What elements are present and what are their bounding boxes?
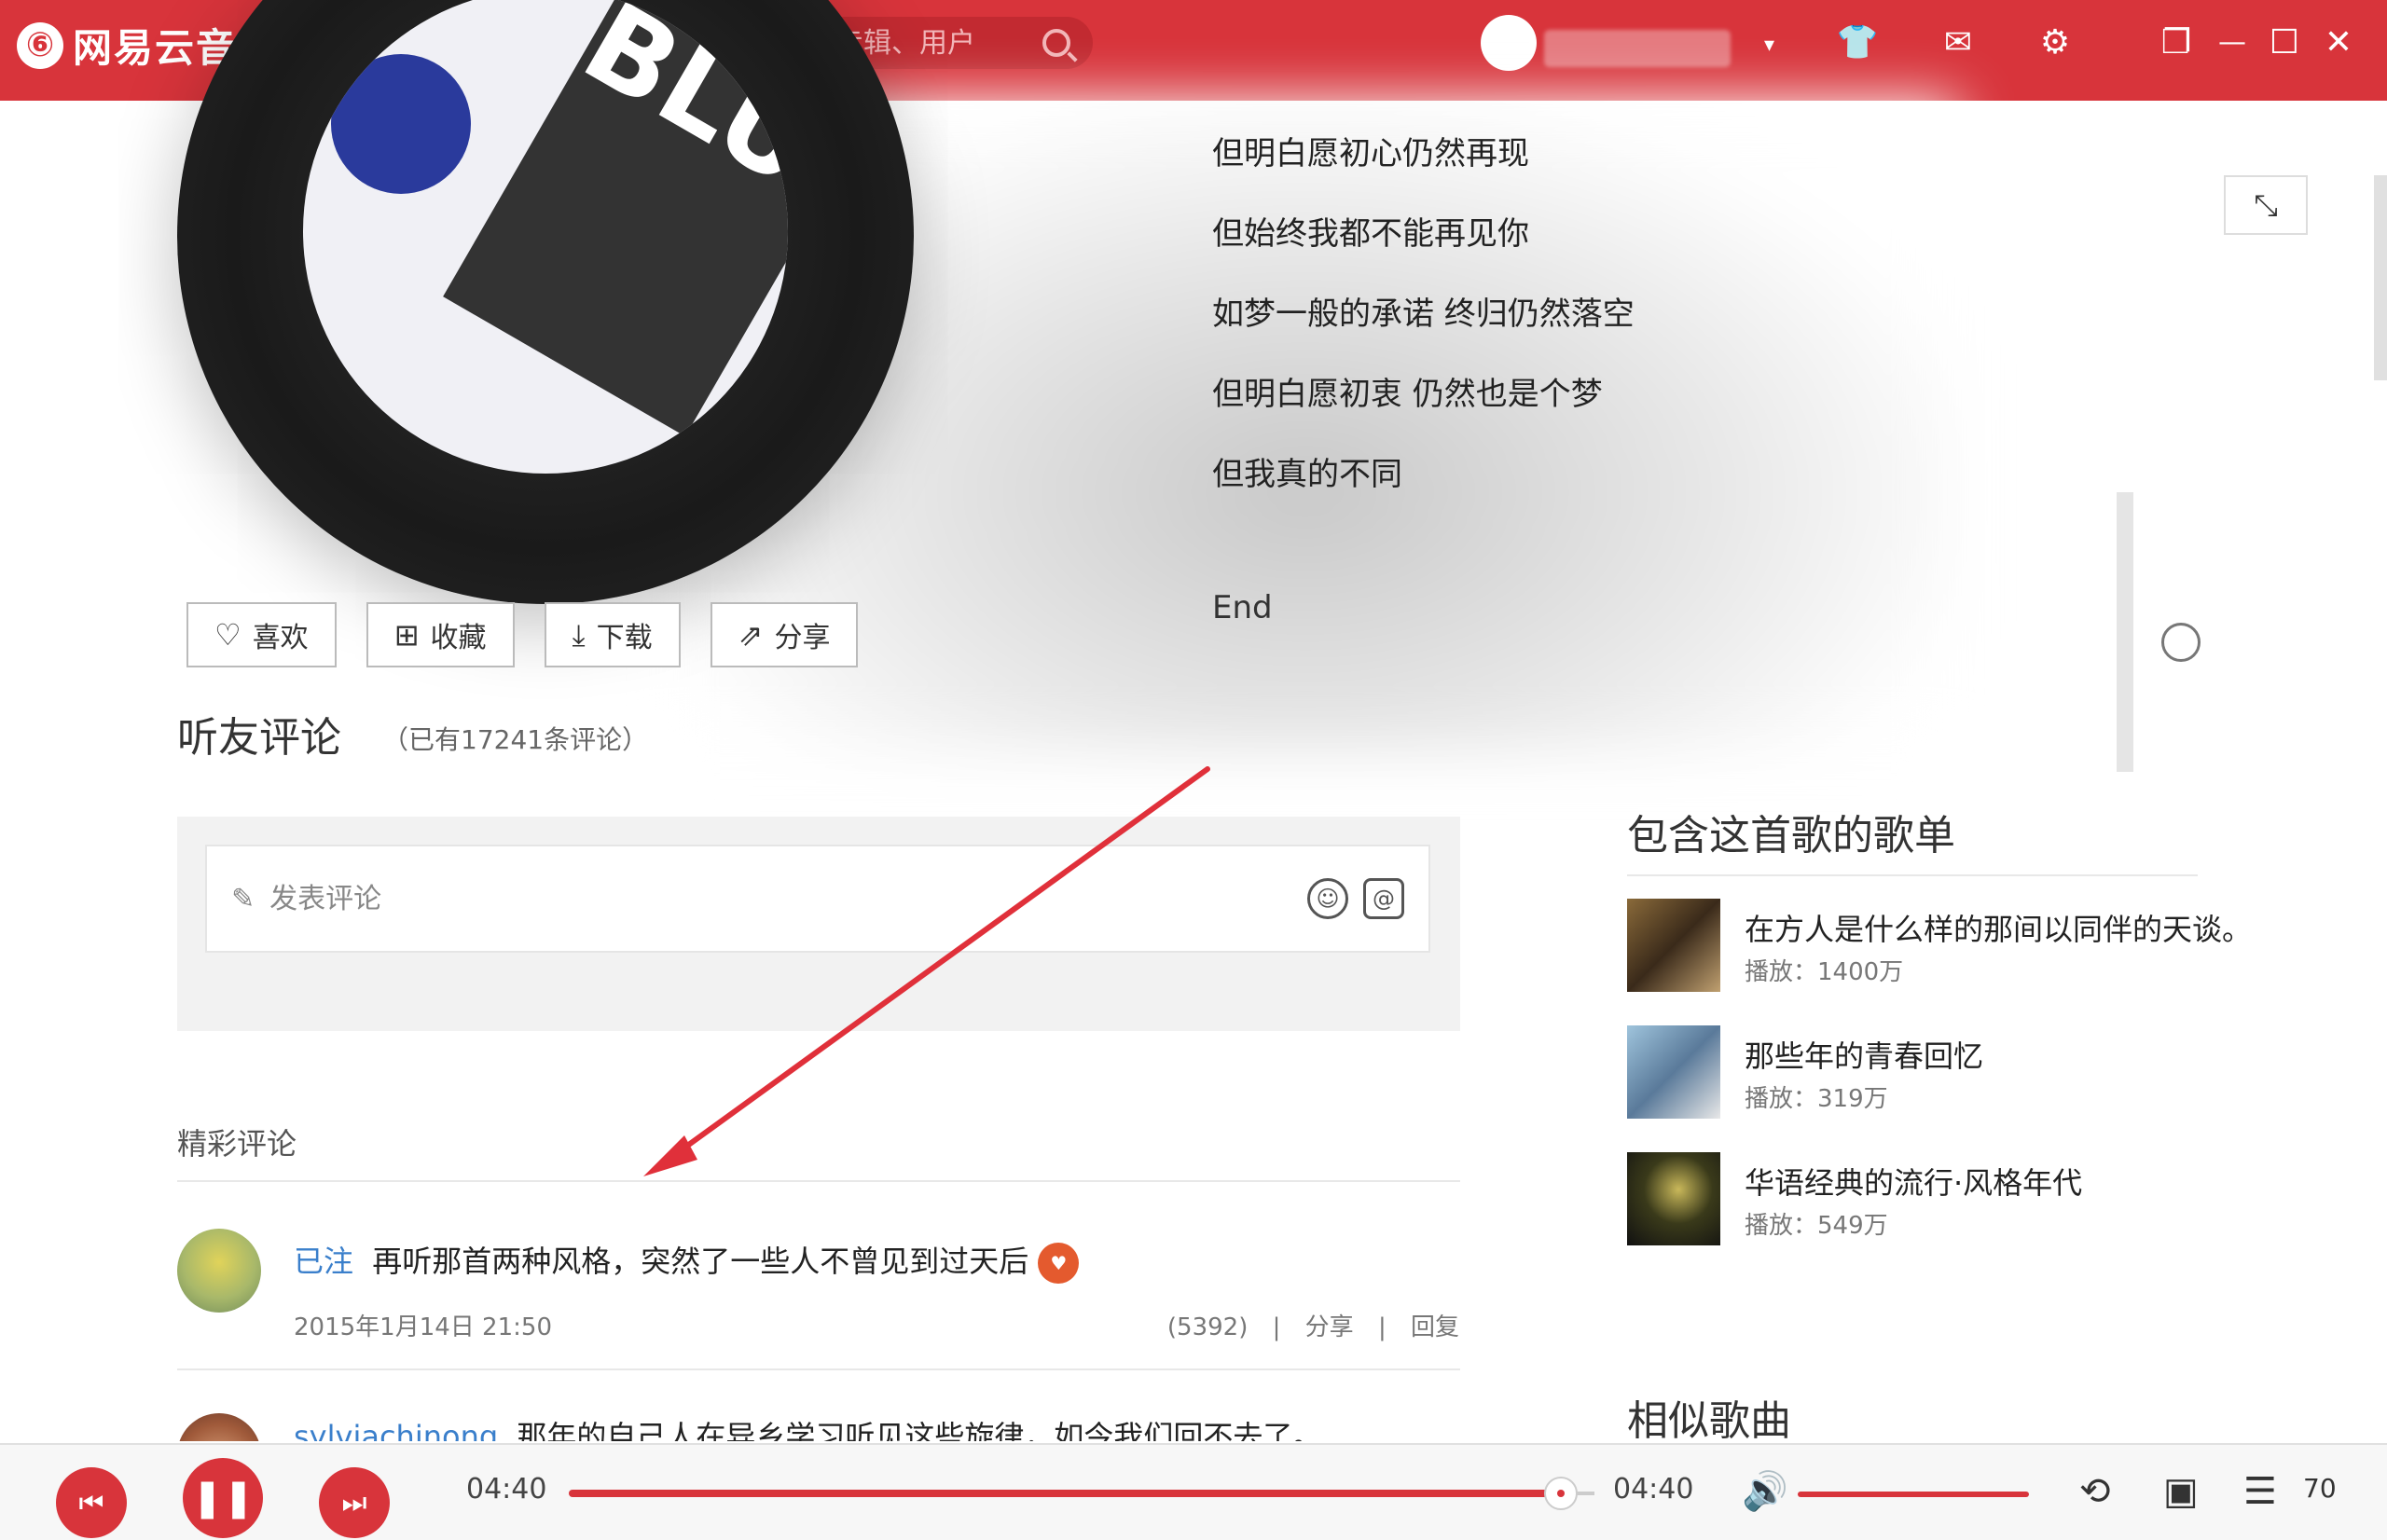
playlist-play-count: 播放：549万 [1745, 1212, 1888, 1240]
playlist-item[interactable]: 华语经典的流行·风格年代 播放：549万 [1627, 1152, 2224, 1249]
playlist-name[interactable]: 在方人是什么样的那间以同伴的天谈。 [1745, 906, 2252, 949]
minimize-icon[interactable]: — [2210, 21, 2255, 65]
message-icon[interactable]: ✉ [1936, 21, 1980, 65]
share-button[interactable]: ⇗ 分享 [710, 602, 859, 667]
album-cover-circle [331, 54, 471, 194]
comment-input-wrap[interactable]: ✎ ☺ @ [205, 845, 1430, 953]
comment-item: 已注 再听那首两种风格，突然了一些人不曾见到过天后 ♥ 2015年1月14日 2… [177, 1229, 1464, 1341]
comment-text: 那年的自己人在异乡学习听见这些旋律，如今我们回不去了。 [517, 1419, 1323, 1441]
heart-icon: ♡ [214, 617, 241, 653]
netease-logo-icon: ⑥ [17, 21, 63, 69]
separator: | [1272, 1313, 1281, 1341]
pen-icon: ✎ [231, 882, 255, 915]
pause-icon[interactable]: ❚❚ [183, 1458, 263, 1538]
maximize-icon[interactable]: ☐ [2262, 21, 2307, 65]
settings-icon[interactable]: ⚙ [2033, 21, 2077, 65]
lyric-line: 但我真的不同 [1212, 456, 1402, 493]
current-time: 04:40 [466, 1473, 547, 1506]
song-actions: ♡ 喜欢 ⊞ 收藏 ⤓ 下载 ⇗ 分享 [186, 602, 859, 667]
comment-actions: (5392) | 分享 | 回复 [1151, 1308, 1459, 1342]
collect-label: 收藏 [430, 622, 487, 654]
like-button[interactable]: ♡ 喜欢 [186, 602, 337, 667]
separator: | [1377, 1313, 1387, 1341]
comment-meta: 2015年1月14日 21:50 (5392) | 分享 | 回复 [294, 1308, 1459, 1342]
album-cover: BLUE [303, 0, 788, 474]
volume-slider[interactable] [1798, 1492, 2029, 1497]
playlist-cover[interactable] [1627, 899, 1720, 992]
playlist-name[interactable]: 那些年的青春回忆 [1745, 1033, 1983, 1076]
at-mention-icon[interactable]: @ [1363, 878, 1404, 919]
comment-share-button[interactable]: 分享 [1305, 1313, 1354, 1341]
divider [177, 1368, 1460, 1370]
skin-icon[interactable]: 👕 [1835, 21, 1880, 65]
mini-mode-icon[interactable]: ❐ [2154, 21, 2199, 65]
lyrics-toggle-icon[interactable]: ▣ [2163, 1469, 2199, 1514]
divider [1627, 874, 2198, 876]
comment-item: sylviachinong 那年的自己人在异乡学习听见这些旋律，如今我们回不去了… [177, 1413, 1464, 1441]
share-label: 分享 [774, 622, 831, 654]
next-track-icon[interactable]: ⏭ [319, 1467, 390, 1538]
player-bar: ⏮ ❚❚ ⏭ 04:40 04:40 🔊 ⟲ ▣ ☰ 70 [0, 1443, 2387, 1540]
username-blurred[interactable] [1544, 30, 1731, 67]
volume-icon[interactable]: 🔊 [1742, 1469, 1788, 1514]
playlist-play-count: 播放：319万 [1745, 1085, 1888, 1113]
download-label: 下载 [596, 622, 653, 654]
lyric-line: 但明白愿初心仍然再现 [1212, 135, 1529, 172]
comment-text-line: sylviachinong 那年的自己人在异乡学习听见这些旋律，如今我们回不去了… [294, 1413, 1459, 1441]
comment-body: 已注 再听那首两种风格，突然了一些人不曾见到过天后 ♥ 2015年1月14日 2… [294, 1238, 1459, 1342]
playlist-name[interactable]: 华语经典的流行·风格年代 [1745, 1160, 2082, 1203]
similar-songs-title: 相似歌曲 [1627, 1397, 1791, 1445]
repeat-icon[interactable]: ⟲ [2079, 1469, 2111, 1514]
collapse-icon[interactable]: ⤡ [2224, 175, 2308, 235]
playlist-item[interactable]: 那些年的青春回忆 播放：319万 [1627, 1025, 2224, 1122]
vip-badge-icon: ♥ [1038, 1243, 1080, 1284]
like-label: 喜欢 [252, 622, 309, 654]
progress-bar[interactable] [569, 1490, 1557, 1497]
queue-count[interactable]: 70 [2303, 1473, 2337, 1504]
playlist-cover[interactable] [1627, 1152, 1720, 1245]
search-icon[interactable] [1042, 29, 1070, 57]
comments-count: （已有17241条评论） [382, 724, 649, 755]
like-count-button[interactable]: (5392) [1167, 1313, 1248, 1341]
playlists-title: 包含这首歌的歌单 [1627, 812, 1955, 859]
progress-knob[interactable] [1544, 1477, 1578, 1510]
lyrics-end: End [1212, 589, 1273, 626]
locate-lyric-icon[interactable] [2161, 623, 2201, 662]
previous-track-icon[interactable]: ⏮ [56, 1467, 127, 1538]
close-icon[interactable]: ✕ [2316, 21, 2361, 65]
lyrics-panel: 但明白愿初心仍然再现 但始终我都不能再见你 如梦一般的承诺 终归仍然落空 但明白… [1212, 114, 1635, 515]
collect-button[interactable]: ⊞ 收藏 [366, 602, 515, 667]
lyrics-scrollbar[interactable] [2117, 492, 2133, 772]
comments-title: 听友评论 [177, 714, 341, 762]
comment-username[interactable]: sylviachinong [294, 1419, 498, 1441]
lyric-line: 但始终我都不能再见你 [1212, 215, 1529, 253]
lyric-line: 如梦一般的承诺 终归仍然落空 [1212, 296, 1635, 333]
download-icon: ⤓ [572, 616, 586, 653]
user-avatar[interactable] [1481, 15, 1537, 71]
lyric-line: 但明白愿初衷 仍然也是个梦 [1212, 376, 1603, 413]
avatar[interactable] [177, 1413, 261, 1441]
avatar[interactable] [177, 1229, 261, 1313]
comment-text-line: 已注 再听那首两种风格，突然了一些人不曾见到过天后 ♥ [294, 1238, 1459, 1284]
comment-body: sylviachinong 那年的自己人在异乡学习听见这些旋律，如今我们回不去了… [294, 1413, 1459, 1441]
share-icon: ⇗ [738, 617, 764, 653]
download-button[interactable]: ⤓ 下载 [544, 602, 681, 667]
divider [177, 1180, 1460, 1182]
page-scrollbar[interactable] [2374, 175, 2387, 380]
comment-reply-button[interactable]: 回复 [1411, 1313, 1459, 1341]
comment-text: 再听那首两种风格，突然了一些人不曾见到过天后 [372, 1244, 1029, 1279]
comment-date: 2015年1月14日 21:50 [294, 1313, 552, 1341]
total-time: 04:40 [1613, 1473, 1694, 1506]
playlist-play-count: 播放：1400万 [1745, 958, 1904, 986]
hot-comments-label: 精彩评论 [177, 1126, 297, 1162]
folder-plus-icon: ⊞ [393, 617, 420, 653]
playlist-item[interactable]: 在方人是什么样的那间以同伴的天谈。 播放：1400万 [1627, 899, 2252, 996]
comment-username[interactable]: 已注 [294, 1244, 353, 1279]
playlist-cover[interactable] [1627, 1025, 1720, 1119]
comment-input[interactable] [269, 882, 1292, 915]
emoji-icon[interactable]: ☺ [1307, 878, 1348, 919]
comment-composer: ✎ ☺ @ [177, 817, 1460, 1031]
chevron-down-icon[interactable]: ▾ [1764, 34, 1774, 57]
playlist-queue-icon[interactable]: ☰ [2243, 1469, 2277, 1514]
